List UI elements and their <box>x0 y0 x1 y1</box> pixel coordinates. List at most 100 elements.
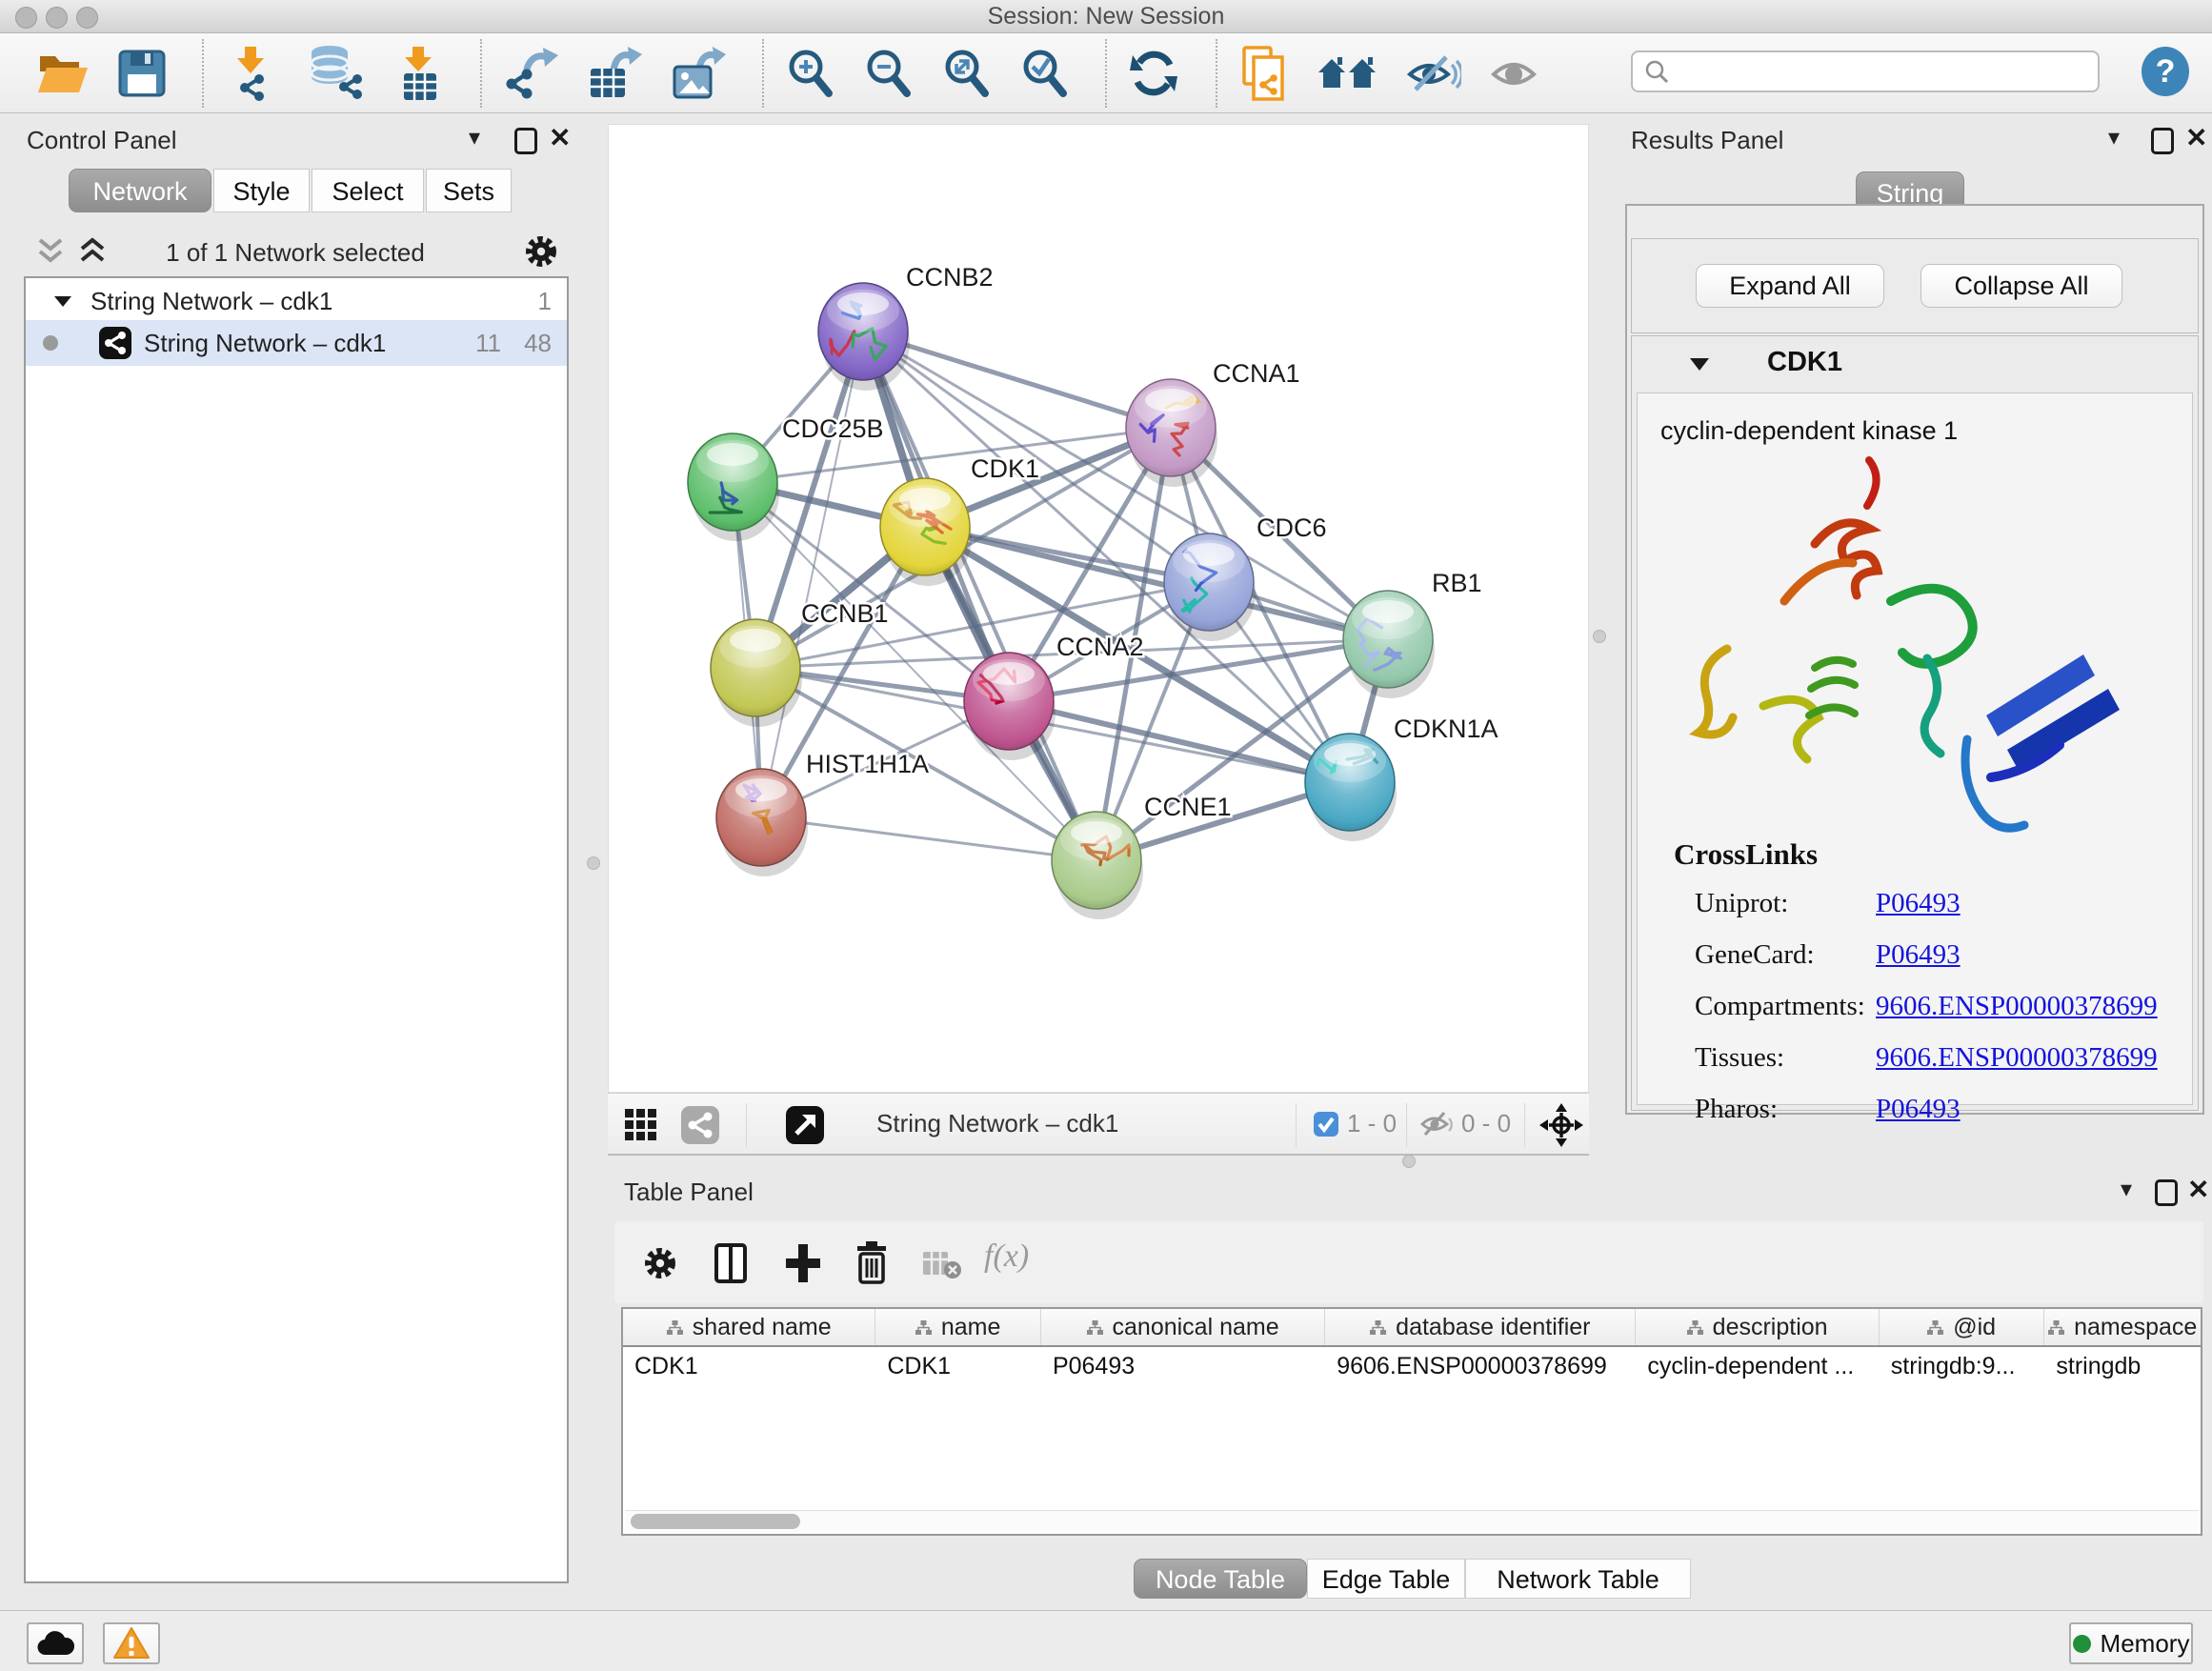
network-view-toolbar: String Network – cdk1 1 - 0 0 - 0 <box>608 1093 1589 1156</box>
network-node-CDKN1A[interactable]: CDKN1A <box>1305 715 1498 841</box>
network-node-CDK1[interactable]: CDK1 <box>880 454 1039 586</box>
zoom-in-button[interactable] <box>785 48 835 99</box>
birdseye-grid-icon[interactable] <box>623 1107 659 1143</box>
network-node-CCNE1[interactable]: CCNE1 <box>1052 793 1232 919</box>
results-panel-float-icon[interactable] <box>2151 128 2174 154</box>
table-panel-close-icon[interactable]: ✕ <box>2187 1174 2209 1205</box>
table-header-row: shared name name canonical name database… <box>623 1309 2201 1347</box>
crosslink-label: Uniprot: <box>1695 877 1876 929</box>
crosslink-row: Compartments:9606.ENSP00000378699 <box>1695 980 2158 1032</box>
tab-network[interactable]: Network <box>69 169 211 212</box>
export-image-button[interactable] <box>671 46 726 101</box>
tab-style[interactable]: Style <box>213 169 310 212</box>
crosslink-link[interactable]: P06493 <box>1876 888 1961 918</box>
column-header[interactable]: namespace <box>2044 1309 2201 1345</box>
zoom-out-button[interactable] <box>863 48 913 99</box>
fit-crosshair-icon[interactable] <box>1539 1103 1583 1147</box>
table-panel-menu-icon[interactable]: ▾ <box>2121 1176 2132 1203</box>
eye-slash-icon <box>1406 50 1461 97</box>
network-node-HIST1H1A[interactable]: HIST1H1A <box>716 750 929 876</box>
clone-network-button[interactable] <box>1238 45 1288 102</box>
collapse-all-icon[interactable] <box>34 236 67 269</box>
network-node-count: 11 <box>475 329 501 358</box>
crosslink-link[interactable]: P06493 <box>1876 1094 1961 1124</box>
hidden-eye-slash-icon[interactable] <box>1419 1109 1454 1139</box>
column-header[interactable]: name <box>875 1309 1041 1345</box>
table-panel-float-icon[interactable] <box>2155 1179 2178 1206</box>
netbar-separator <box>1406 1103 1407 1147</box>
network-edge[interactable] <box>863 332 1096 860</box>
selected-counts: 1 - 0 <box>1347 1109 1397 1138</box>
network-collection-row[interactable]: String Network – cdk1 1 <box>26 280 567 322</box>
scrollbar-thumb[interactable] <box>631 1514 800 1529</box>
import-network-from-database-button[interactable] <box>307 45 366 102</box>
crosslink-link[interactable]: 9606.ENSP00000378699 <box>1876 1042 2158 1073</box>
delete-table-icon[interactable] <box>921 1248 963 1280</box>
function-builder-icon[interactable]: f(x) <box>984 1238 1029 1275</box>
results-panel-close-icon[interactable]: ✕ <box>2185 122 2207 153</box>
tab-select[interactable]: Select <box>312 169 424 212</box>
network-node-CDC25B[interactable]: CDC25B <box>688 414 884 541</box>
detach-view-icon[interactable] <box>785 1105 825 1145</box>
column-header[interactable]: shared name <box>623 1309 875 1345</box>
right-splitter-handle[interactable] <box>1593 630 1606 643</box>
network-row[interactable]: String Network – cdk1 11 48 <box>26 320 567 366</box>
network-canvas[interactable]: CCNB2CCNA1CDC25BCDK1CDC6RB1CCNB1CCNA2CDK… <box>608 124 1589 1093</box>
import-network-from-file-button[interactable] <box>225 45 278 102</box>
bottom-splitter-handle[interactable] <box>1402 1155 1416 1168</box>
column-header[interactable]: canonical name <box>1041 1309 1325 1345</box>
tab-network-table[interactable]: Network Table <box>1465 1559 1691 1599</box>
export-network-button[interactable] <box>503 46 558 101</box>
network-options-gear-icon[interactable] <box>522 232 560 271</box>
left-splitter-handle[interactable] <box>587 856 600 870</box>
network-edge[interactable] <box>761 817 1096 860</box>
crosslink-row: Tissues:9606.ENSP00000378699 <box>1695 1032 2158 1083</box>
help-button[interactable]: ? <box>2142 47 2189 96</box>
network-node-RB1[interactable]: RB1 <box>1343 569 1482 698</box>
network-edge[interactable] <box>1009 701 1350 782</box>
memory-button[interactable]: Memory <box>2069 1622 2193 1664</box>
table-row[interactable]: CDK1 CDK1 P06493 9606.ENSP00000378699 cy… <box>623 1347 2201 1385</box>
first-neighbors-button[interactable] <box>1317 50 1377 97</box>
warnings-button[interactable] <box>103 1622 160 1664</box>
hierarchy-icon <box>1087 1320 1103 1335</box>
hide-selected-button[interactable] <box>1406 50 1461 97</box>
protein-collapse-icon[interactable] <box>1688 354 1711 373</box>
network-share-icon[interactable] <box>680 1105 720 1145</box>
show-all-button[interactable] <box>1490 50 1539 97</box>
tree-expander-icon[interactable] <box>52 292 73 310</box>
control-panel-menu-icon[interactable]: ▾ <box>469 124 480 151</box>
control-panel-float-icon[interactable] <box>514 128 537 154</box>
column-header[interactable]: @id <box>1880 1309 2045 1345</box>
open-session-button[interactable] <box>36 49 90 98</box>
tab-sets[interactable]: Sets <box>426 169 512 212</box>
add-row-plus-icon[interactable] <box>784 1242 822 1284</box>
zoom-selected-button[interactable] <box>1019 48 1069 99</box>
zoom-fit-button[interactable] <box>941 48 991 99</box>
expand-all-button[interactable]: Expand All <box>1696 264 1884 308</box>
table-gear-icon[interactable] <box>641 1244 679 1282</box>
column-header[interactable]: description <box>1636 1309 1879 1345</box>
delete-trash-icon[interactable] <box>855 1240 889 1284</box>
apply-layout-button[interactable] <box>1128 48 1179 99</box>
protein-description: cyclin-dependent kinase 1 <box>1660 416 1958 446</box>
cloud-status-button[interactable] <box>27 1622 84 1664</box>
crosslink-link[interactable]: P06493 <box>1876 939 1961 970</box>
selected-checkbox-icon[interactable] <box>1313 1111 1339 1137</box>
save-session-button[interactable] <box>118 50 166 97</box>
import-table-from-file-button[interactable] <box>394 45 444 102</box>
column-header[interactable]: database identifier <box>1325 1309 1636 1345</box>
expand-all-icon[interactable] <box>76 236 109 269</box>
cell-description: cyclin-dependent ... <box>1636 1353 1879 1380</box>
search-input[interactable] <box>1669 57 2098 86</box>
crosslink-link[interactable]: 9606.ENSP00000378699 <box>1876 991 2158 1021</box>
add-column-icon[interactable] <box>714 1242 748 1284</box>
collapse-all-button[interactable]: Collapse All <box>1920 264 2122 308</box>
export-table-button[interactable] <box>587 46 642 101</box>
horizontal-scrollbar[interactable] <box>625 1510 2199 1532</box>
results-panel-menu-icon[interactable]: ▾ <box>2108 124 2120 151</box>
tab-edge-table[interactable]: Edge Table <box>1307 1559 1465 1599</box>
tab-node-table[interactable]: Node Table <box>1134 1559 1307 1599</box>
network-node-CDC6[interactable]: CDC6 <box>1164 513 1327 641</box>
control-panel-close-icon[interactable]: ✕ <box>549 122 571 153</box>
